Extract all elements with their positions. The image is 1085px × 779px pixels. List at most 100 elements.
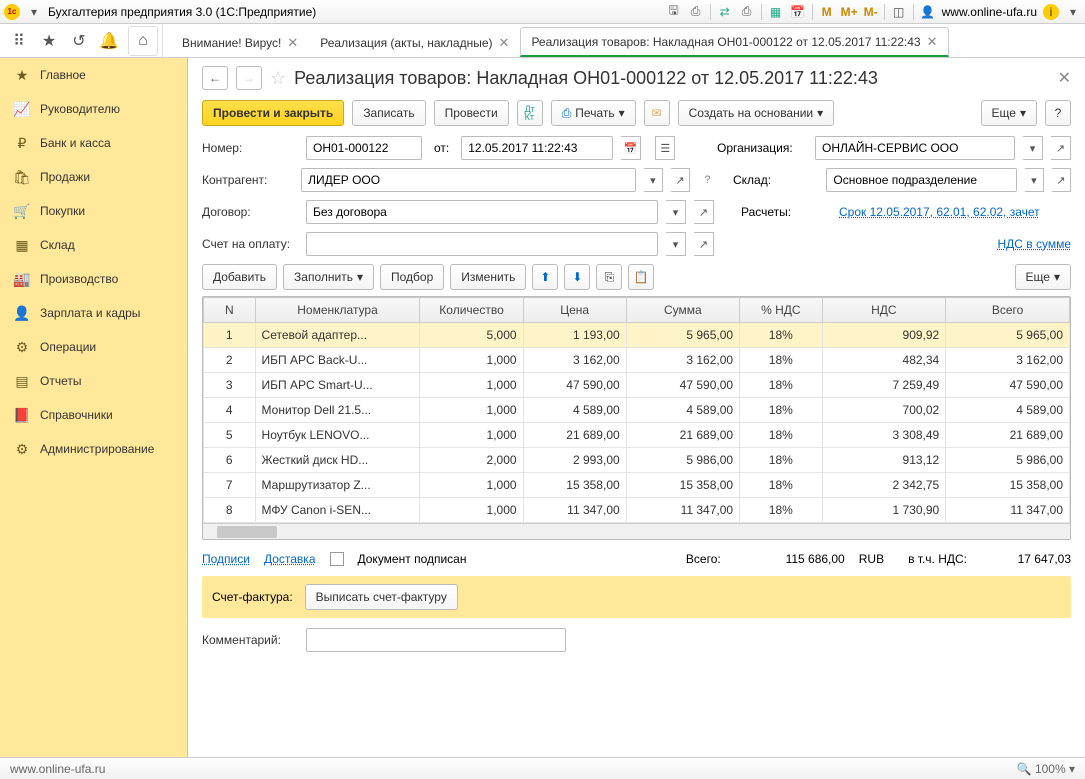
change-button[interactable]: Изменить — [450, 264, 526, 290]
table-row[interactable]: 3ИБП APC Smart-U...1,00047 590,0047 590,… — [204, 373, 1070, 398]
favorite-star-icon[interactable]: ☆ — [270, 68, 286, 89]
print-button[interactable]: ⎙Печать▾ — [551, 100, 636, 126]
email-button[interactable]: ✉ — [644, 100, 670, 126]
warehouse-dropdown-icon[interactable]: ▾ — [1025, 168, 1044, 192]
sidebar-item-5[interactable]: ▦Склад — [0, 228, 187, 262]
column-header[interactable]: Цена — [523, 298, 626, 323]
counterparty-open-icon[interactable]: ↗ — [671, 168, 690, 192]
add-row-button[interactable]: Добавить — [202, 264, 277, 290]
column-header[interactable]: Количество — [420, 298, 523, 323]
horizontal-scrollbar[interactable] — [203, 523, 1070, 539]
table-row[interactable]: 7Маршрутизатор Z...1,00015 358,0015 358,… — [204, 473, 1070, 498]
fill-button[interactable]: Заполнить▾ — [283, 264, 374, 290]
column-header[interactable]: Сумма — [626, 298, 739, 323]
invoice-order-dropdown-icon[interactable]: ▾ — [666, 232, 686, 256]
sidebar-item-1[interactable]: 📈Руководителю — [0, 92, 187, 126]
issue-invoice-button[interactable]: Выписать счет-фактуру — [305, 584, 458, 610]
post-button[interactable]: Провести — [434, 100, 509, 126]
table-row[interactable]: 4Монитор Dell 21.5...1,0004 589,004 589,… — [204, 398, 1070, 423]
paste-button[interactable]: 📋 — [628, 264, 654, 290]
close-document-icon[interactable]: ✕ — [1058, 68, 1071, 88]
m-button[interactable]: M — [819, 4, 835, 20]
menu-dropdown-icon[interactable]: ▾ — [1065, 4, 1081, 20]
tab-close-icon[interactable]: ✕ — [499, 35, 510, 51]
apps-icon[interactable]: ⠿ — [4, 26, 34, 56]
table-row[interactable]: 5Ноутбук LENOVO...1,00021 689,0021 689,0… — [204, 423, 1070, 448]
org-dropdown-icon[interactable]: ▾ — [1023, 136, 1043, 160]
home-icon[interactable]: ⌂ — [128, 26, 158, 56]
create-based-button[interactable]: Создать на основании▾ — [678, 100, 835, 126]
calendar-icon[interactable]: 📅 — [790, 4, 806, 20]
save-icon[interactable]: 🖫 — [666, 4, 682, 20]
sidebar-item-3[interactable]: 🛍Продажи — [0, 160, 187, 194]
column-header[interactable]: Номенклатура — [255, 298, 420, 323]
tab-close-icon[interactable]: ✕ — [287, 35, 298, 51]
sidebar-item-7[interactable]: 👤Зарплата и кадры — [0, 296, 187, 330]
column-header[interactable]: N — [204, 298, 256, 323]
sidebar-item-11[interactable]: ⚙Администрирование — [0, 432, 187, 466]
dropdown-icon[interactable]: ▾ — [26, 4, 42, 20]
vat-in-sum-link[interactable]: НДС в сумме — [997, 237, 1071, 251]
sidebar-item-9[interactable]: ▤Отчеты — [0, 364, 187, 398]
table-row[interactable]: 1Сетевой адаптер...5,0001 193,005 965,00… — [204, 323, 1070, 348]
tab-2[interactable]: Реализация товаров: Накладная ОН01-00012… — [520, 27, 948, 57]
copy-button[interactable]: ⎘ — [596, 264, 622, 290]
table-more-button[interactable]: Еще▾ — [1015, 264, 1071, 290]
mminus-button[interactable]: M- — [864, 4, 878, 20]
print-icon[interactable]: ⎙ — [688, 4, 704, 20]
date-extra-icon[interactable]: ☰ — [655, 136, 675, 160]
counterparty-field[interactable] — [301, 168, 636, 192]
column-header[interactable]: Всего — [946, 298, 1070, 323]
tab-close-icon[interactable]: ✕ — [927, 34, 938, 50]
sidebar-item-8[interactable]: ⚙Операции — [0, 330, 187, 364]
org-field[interactable] — [815, 136, 1015, 160]
table-row[interactable]: 6Жесткий диск HD...2,0002 993,005 986,00… — [204, 448, 1070, 473]
counterparty-help-icon[interactable]: ? — [698, 168, 717, 192]
counterparty-dropdown-icon[interactable]: ▾ — [644, 168, 663, 192]
sidebar-item-2[interactable]: ₽Банк и касса — [0, 126, 187, 160]
tab-1[interactable]: Реализация (акты, накладные)✕ — [309, 27, 520, 57]
number-field[interactable] — [306, 136, 422, 160]
save-button[interactable]: Записать — [352, 100, 425, 126]
doc-signed-checkbox[interactable] — [330, 552, 344, 566]
sidebar-item-4[interactable]: 🛒Покупки — [0, 194, 187, 228]
table-row[interactable]: 8МФУ Canon i-SEN...1,00011 347,0011 347,… — [204, 498, 1070, 523]
move-down-button[interactable]: ⬇ — [564, 264, 590, 290]
comment-field[interactable] — [306, 628, 566, 652]
zoom-control[interactable]: 🔍 100% ▾ — [1017, 762, 1075, 776]
tab-0[interactable]: Внимание! Вирус!✕ — [171, 27, 309, 57]
warehouse-field[interactable] — [826, 168, 1017, 192]
history-icon[interactable]: ↺ — [64, 26, 94, 56]
mplus-button[interactable]: M+ — [841, 4, 858, 20]
column-header[interactable]: % НДС — [740, 298, 822, 323]
delivery-link[interactable]: Доставка — [264, 552, 316, 566]
pick-button[interactable]: Подбор — [380, 264, 444, 290]
more-button[interactable]: Еще▾ — [981, 100, 1037, 126]
calculations-link[interactable]: Срок 12.05.2017, 62.01, 62.02, зачет — [839, 205, 1071, 219]
sidebar-item-6[interactable]: 🏭Производство — [0, 262, 187, 296]
help-button[interactable]: ? — [1045, 100, 1071, 126]
column-header[interactable]: НДС — [822, 298, 946, 323]
print2-icon[interactable]: ⎙ — [739, 4, 755, 20]
date-picker-icon[interactable]: 📅 — [621, 136, 641, 160]
info-icon[interactable]: i — [1043, 4, 1059, 20]
dt-kt-button[interactable]: ДтКт — [517, 100, 543, 126]
signatures-link[interactable]: Подписи — [202, 552, 250, 566]
favorite-icon[interactable]: ★ — [34, 26, 64, 56]
contract-dropdown-icon[interactable]: ▾ — [666, 200, 686, 224]
notifications-icon[interactable]: 🔔 — [94, 26, 124, 56]
post-and-close-button[interactable]: Провести и закрыть — [202, 100, 344, 126]
calc-icon[interactable]: ▦ — [768, 4, 784, 20]
contract-open-icon[interactable]: ↗ — [694, 200, 714, 224]
table-row[interactable]: 2ИБП APC Back-U...1,0003 162,003 162,001… — [204, 348, 1070, 373]
back-button[interactable]: ← — [202, 66, 228, 90]
invoice-order-field[interactable] — [306, 232, 658, 256]
contract-field[interactable] — [306, 200, 658, 224]
org-open-icon[interactable]: ↗ — [1051, 136, 1071, 160]
sidebar-item-10[interactable]: 📕Справочники — [0, 398, 187, 432]
panel-icon[interactable]: ◫ — [891, 4, 907, 20]
forward-button[interactable]: → — [236, 66, 262, 90]
warehouse-open-icon[interactable]: ↗ — [1052, 168, 1071, 192]
compare-icon[interactable]: ⇄ — [717, 4, 733, 20]
invoice-order-open-icon[interactable]: ↗ — [694, 232, 714, 256]
